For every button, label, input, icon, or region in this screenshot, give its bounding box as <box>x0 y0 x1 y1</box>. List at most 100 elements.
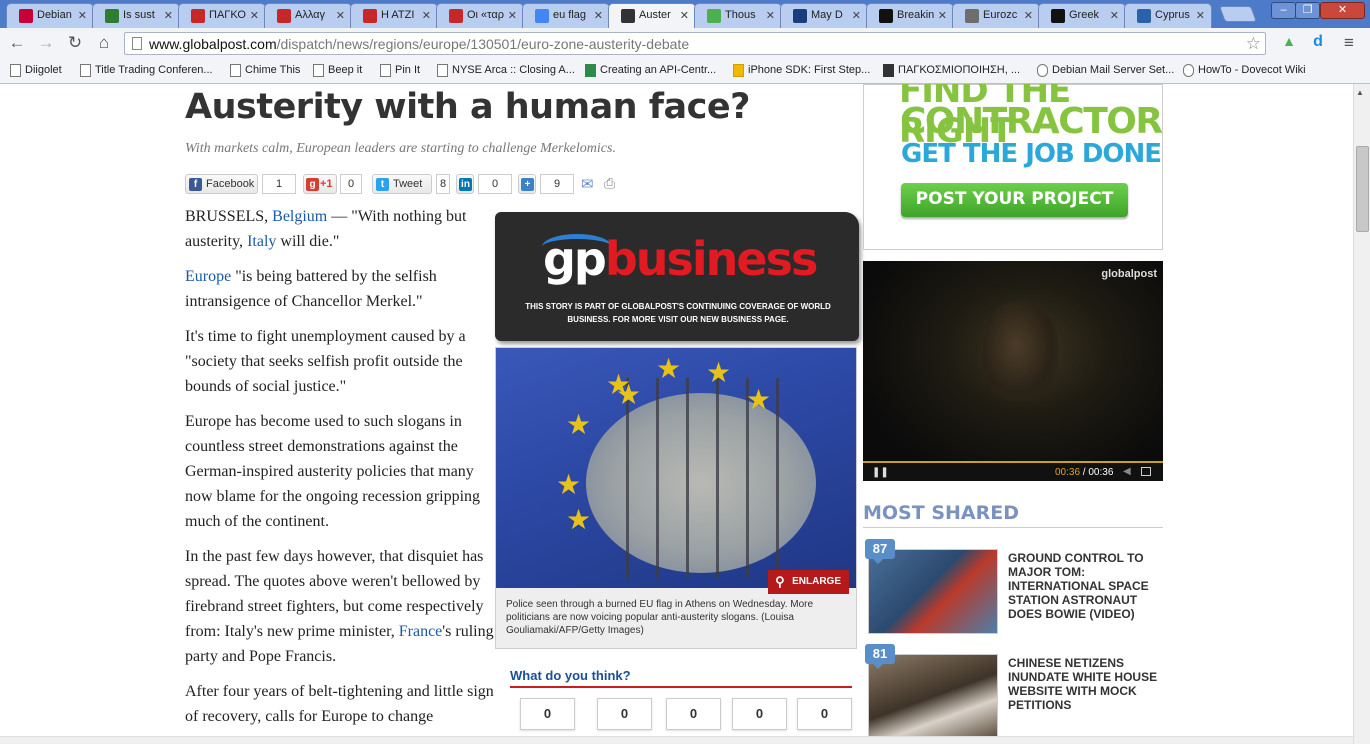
tab[interactable]: ΠΑΓΚΟ ✕ <box>178 3 266 28</box>
new-tab-button[interactable] <box>1219 6 1257 22</box>
tab-close-icon[interactable]: ✕ <box>766 9 775 22</box>
tweet-button[interactable]: t Tweet <box>372 174 432 194</box>
article-dek: With markets calm, European leaders are … <box>185 141 616 156</box>
tab-close-icon[interactable]: ✕ <box>852 9 861 22</box>
text-span: will die." <box>276 233 340 250</box>
minimize-button[interactable]: – <box>1271 2 1296 19</box>
fullscreen-icon[interactable] <box>1141 467 1151 476</box>
greek-news-icon <box>449 9 463 23</box>
most-shared-title[interactable]: GROUND CONTROL TO MAJOR TOM: INTERNATION… <box>1008 551 1163 621</box>
vertical-scrollbar[interactable]: ▲ <box>1353 84 1370 744</box>
tab[interactable]: eu flag ✕ <box>522 3 610 28</box>
home-icon[interactable]: ⌂ <box>93 33 115 53</box>
pause-icon[interactable]: ❚❚ <box>872 467 889 478</box>
tab[interactable]: May D ✕ <box>780 3 868 28</box>
tab-close-icon[interactable]: ✕ <box>938 9 947 22</box>
tab[interactable]: Is sust ✕ <box>92 3 180 28</box>
tab[interactable]: Debian ✕ <box>6 3 94 28</box>
reaction-count[interactable]: 0 <box>797 698 852 730</box>
facebook-label: Facebook <box>206 178 255 190</box>
reaction-count[interactable]: 0 <box>597 698 652 730</box>
tab-close-icon[interactable]: ✕ <box>336 9 345 22</box>
tab[interactable]: Auster ✕ <box>608 3 696 28</box>
contractor-ad[interactable]: FIND THE RIGHT CONTRACTOR GET THE JOB DO… <box>863 84 1163 250</box>
post-project-button[interactable]: POST YOUR PROJECT <box>901 183 1128 217</box>
bookmark-item[interactable]: Pin It <box>380 64 420 77</box>
gplus-button[interactable]: g +1 <box>303 174 337 194</box>
tab[interactable]: Οι «ταρ ✕ <box>436 3 524 28</box>
h-icon <box>965 9 979 23</box>
most-shared-item[interactable]: 87 GROUND CONTROL TO MAJOR TOM: INTERNAT… <box>865 539 1163 634</box>
enlarge-button[interactable]: ⚲ ENLARGE <box>768 570 849 594</box>
most-shared-item[interactable]: 81 CHINESE NETIZENS INUNDATE WHITE HOUSE… <box>865 644 1163 736</box>
eu-star-icon: ★ <box>556 469 582 500</box>
tab-close-icon[interactable]: ✕ <box>680 9 689 22</box>
bookmark-item[interactable]: iPhone SDK: First Step... <box>733 64 870 77</box>
menu-icon[interactable]: ≡ <box>1338 33 1360 53</box>
tab[interactable]: Greek ✕ <box>1038 3 1126 28</box>
tab-close-icon[interactable]: ✕ <box>164 9 173 22</box>
volume-icon[interactable]: ◀ <box>1123 466 1131 477</box>
bookmark-item[interactable]: Creating an API-Centr... <box>585 64 716 77</box>
reaction-count[interactable]: 0 <box>520 698 575 730</box>
ad-line2: CONTRACTOR <box>900 101 1163 142</box>
tab-close-icon[interactable]: ✕ <box>594 9 603 22</box>
dashlane-icon[interactable]: d <box>1307 33 1329 51</box>
tab-close-icon[interactable]: ✕ <box>1110 9 1119 22</box>
restore-button[interactable]: ❐ <box>1295 2 1320 19</box>
reaction-count[interactable]: 0 <box>732 698 787 730</box>
reaction-count[interactable]: 0 <box>666 698 721 730</box>
bookmark-item[interactable]: Diigolet <box>10 64 62 77</box>
tab[interactable]: Cyprus ✕ <box>1124 3 1212 28</box>
astronaut-thumbnail[interactable] <box>868 549 998 634</box>
ibt-icon <box>793 9 807 23</box>
bookmark-item[interactable]: HowTo - Dovecot Wiki <box>1183 64 1306 77</box>
video-player[interactable]: globalpost ❚❚ 00:36 / 00:36 ◀ <box>863 261 1163 481</box>
facebook-share-button[interactable]: f Facebook <box>185 174 258 194</box>
belgium-link[interactable]: Belgium <box>272 208 327 225</box>
bookmark-item[interactable]: Chime This <box>230 64 300 77</box>
cyprus-icon <box>1137 9 1151 23</box>
scroll-up-icon[interactable]: ▲ <box>1356 88 1364 97</box>
print-icon[interactable]: ⎙ <box>604 175 615 192</box>
addthis-button[interactable]: + <box>518 174 536 194</box>
forward-icon[interactable]: → <box>35 33 57 53</box>
tab-close-icon[interactable]: ✕ <box>422 9 431 22</box>
tab-close-icon[interactable]: ✕ <box>508 9 517 22</box>
fence-bar <box>776 378 779 578</box>
tab[interactable]: Eurozc ✕ <box>952 3 1040 28</box>
bookmark-star-icon[interactable]: ☆ <box>1246 34 1261 54</box>
italy-link[interactable]: Italy <box>247 233 276 250</box>
bookmark-item[interactable]: NYSE Arca :: Closing A... <box>437 64 575 77</box>
close-window-button[interactable]: ✕ <box>1320 2 1365 19</box>
reload-icon[interactable]: ↻ <box>64 33 86 53</box>
email-icon[interactable]: ✉ <box>581 175 594 193</box>
bookmark-item[interactable]: Title Trading Conferen... <box>80 64 213 77</box>
tab-close-icon[interactable]: ✕ <box>250 9 259 22</box>
back-icon[interactable]: ← <box>6 33 28 53</box>
address-bar[interactable]: www.globalpost.com/dispatch/news/regions… <box>124 32 1266 55</box>
tab[interactable]: Αλλαγ ✕ <box>264 3 352 28</box>
tab-close-icon[interactable]: ✕ <box>78 9 87 22</box>
tab[interactable]: Thous ✕ <box>694 3 782 28</box>
eu-flag-image[interactable]: ★ ★ ★ ★ ★ ★ ★ ★ <box>496 348 856 588</box>
bookmark-item[interactable]: ΠΑΓΚΟΣΜΙΟΠΟΙΗΣΗ, ... <box>883 64 1020 77</box>
horizontal-scrollbar[interactable] <box>0 736 1353 744</box>
bookmark-item[interactable]: Beep it <box>313 64 362 77</box>
tab-label: Αλλαγ <box>295 9 326 21</box>
tab-label: Debian <box>37 9 72 21</box>
scroll-thumb[interactable] <box>1356 146 1369 232</box>
tab-close-icon[interactable]: ✕ <box>1196 9 1205 22</box>
europe-link[interactable]: Europe <box>185 268 231 285</box>
tab-close-icon[interactable]: ✕ <box>1024 9 1033 22</box>
tab[interactable]: Breakin ✕ <box>866 3 954 28</box>
linkedin-button[interactable]: in <box>456 174 474 194</box>
france-link[interactable]: France <box>399 623 443 640</box>
extension-icon[interactable]: ▲ <box>1278 33 1300 49</box>
bookmark-item[interactable]: Debian Mail Server Set... <box>1037 64 1174 77</box>
most-shared-title[interactable]: CHINESE NETIZENS INUNDATE WHITE HOUSE WE… <box>1008 656 1163 712</box>
gp-business-banner[interactable]: gpbusiness THIS STORY IS PART OF GLOBALP… <box>495 212 859 341</box>
tab-strip: Debian ✕ Is sust ✕ ΠΑΓΚΟ ✕ Αλλαγ ✕ Η ΑΤΖΙ ✕ Οι «τα… <box>0 0 1370 28</box>
tab[interactable]: Η ΑΤΖΙ ✕ <box>350 3 438 28</box>
white-house-thumbnail[interactable] <box>868 654 998 736</box>
